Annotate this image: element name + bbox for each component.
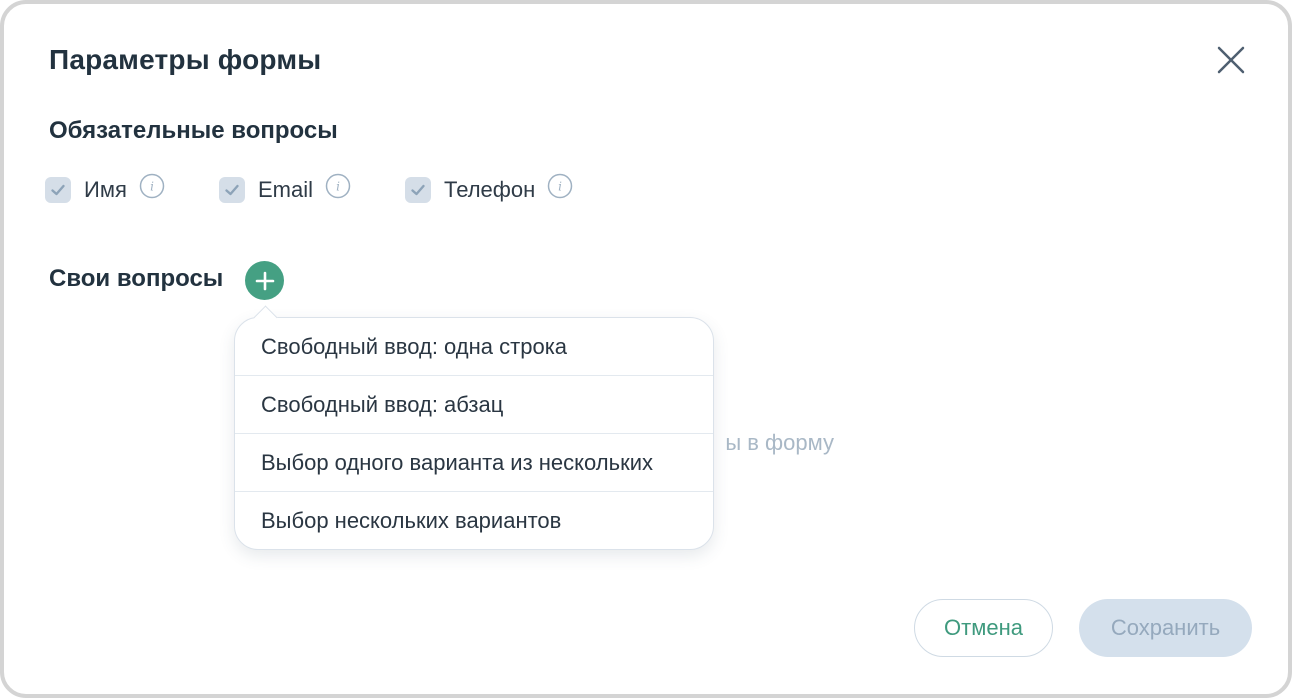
add-question-button[interactable] — [245, 261, 284, 300]
svg-text:i: i — [336, 180, 340, 194]
menu-item-single-line[interactable]: Свободный ввод: одна строка — [235, 318, 713, 376]
save-button[interactable]: Сохранить — [1079, 599, 1252, 657]
menu-item-single-choice[interactable]: Выбор одного варианта из нескольких — [235, 434, 713, 492]
check-icon — [225, 184, 239, 196]
svg-text:i: i — [150, 180, 154, 194]
menu-item-paragraph[interactable]: Свободный ввод: абзац — [235, 376, 713, 434]
checkbox-label-email: Email — [258, 177, 314, 202]
question-type-menu: Свободный ввод: одна строка Свободный вв… — [234, 317, 714, 550]
svg-text:i: i — [558, 180, 562, 194]
info-icon[interactable]: i — [547, 173, 573, 199]
required-item-name: Имя i — [45, 173, 165, 203]
checkbox-phone[interactable] — [405, 177, 431, 203]
checkbox-label-name: Имя — [84, 177, 127, 202]
check-icon — [51, 184, 65, 196]
close-icon — [1217, 46, 1245, 74]
custom-questions-heading: Свои вопросы — [49, 265, 224, 292]
close-button[interactable] — [1211, 40, 1251, 80]
cancel-button[interactable]: Отмена — [914, 599, 1053, 657]
info-icon[interactable]: i — [139, 173, 165, 199]
menu-item-multiple-choice[interactable]: Выбор нескольких вариантов — [235, 492, 713, 549]
info-icon[interactable]: i — [325, 173, 351, 199]
checkbox-label-phone: Телефон — [444, 177, 536, 202]
dialog-title: Параметры формы — [49, 44, 322, 75]
checkbox-email[interactable] — [219, 177, 245, 203]
required-item-email: Email i — [219, 173, 351, 203]
required-questions-heading: Обязательные вопросы — [49, 117, 338, 144]
plus-icon — [255, 271, 274, 290]
dialog: Параметры формы Обязательные вопросы Имя… — [0, 0, 1292, 698]
checkbox-name[interactable] — [45, 177, 71, 203]
required-item-phone: Телефон i — [405, 173, 573, 203]
check-icon — [411, 184, 425, 196]
